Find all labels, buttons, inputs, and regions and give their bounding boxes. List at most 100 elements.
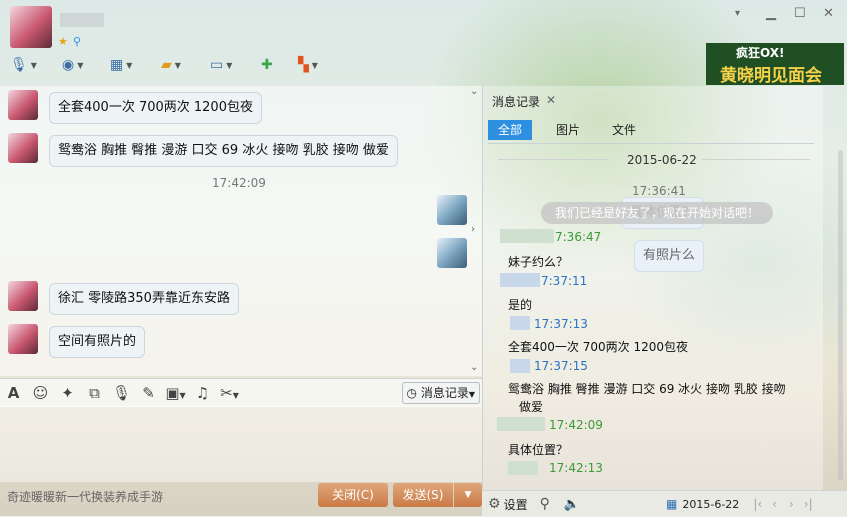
settings-label[interactable]: 设置 — [504, 496, 528, 513]
contact-avatar-small — [8, 281, 38, 311]
history-first-time: 17:36:41 — [632, 184, 686, 198]
history-scrollbar[interactable] — [838, 150, 843, 480]
message-bubble: 鸳鸯浴 胸推 臀推 漫游 口交 69 冰火 接吻 乳胶 接吻 做爱 — [49, 135, 398, 167]
voice-icon[interactable]: 🎙 — [108, 384, 135, 402]
my-avatar-small — [437, 238, 467, 268]
microphone-tool[interactable]: 🎙 ▼ — [10, 57, 37, 73]
history-close-icon[interactable]: ✕ — [546, 93, 556, 107]
history-message: 妹子约么？ — [508, 255, 569, 269]
ad-banner-line2: 黄晓明见面会 — [720, 66, 822, 85]
screen-share-tool[interactable]: ▦ ▼ — [110, 57, 132, 73]
chevron-down-icon[interactable]: ▼ — [31, 61, 37, 70]
history-message-continued: 做爱 — [519, 400, 544, 414]
speaker-icon[interactable]: 🔈 — [564, 497, 580, 512]
contact-name — [60, 13, 104, 27]
calendar-icon[interactable]: ▦ — [666, 497, 677, 511]
screen-share-icon: ▦ — [110, 57, 124, 73]
message-history-label: 消息记录 — [420, 386, 469, 400]
history-sender-name — [497, 417, 545, 431]
history-message: 鸳鸯浴 胸推 臀推 漫游 口交 69 冰火 接吻 乳胶 接吻 — [508, 382, 786, 396]
tab-files[interactable]: 文件 — [602, 120, 646, 140]
scissors-icon[interactable]: ✂▼ — [216, 384, 243, 402]
date-separator-line — [498, 159, 608, 160]
message-history-button[interactable]: ◷ 消息记录▼ — [401, 382, 480, 404]
message-bubble: 徐汇 零陵路350弄靠近东安路 — [49, 283, 239, 315]
history-expand-icon[interactable]: › — [471, 224, 475, 235]
history-sender-name — [500, 229, 554, 243]
history-statusbar: ⚙ 设置 ⚲ 🔈 ▦ 2015-6-22 |‹ ‹ › ›| — [482, 490, 847, 517]
shake-icon[interactable]: ⧉ — [81, 384, 108, 402]
my-avatar-small — [437, 195, 467, 225]
history-sender-name — [500, 273, 540, 287]
tab-images[interactable]: 图片 — [546, 120, 590, 140]
collapse-icon[interactable]: ⌄ — [470, 86, 478, 97]
camera-tool[interactable]: ◉ ▼ — [62, 57, 83, 73]
history-time: 17:42:09 — [549, 418, 603, 432]
file-transfer-tool[interactable]: ▰ ▼ — [161, 57, 181, 73]
font-icon[interactable]: A — [0, 384, 27, 402]
chevron-down-icon[interactable]: ⌄ — [470, 362, 478, 373]
history-message: 具体位置？ — [508, 443, 569, 457]
magic-icon[interactable]: ✦ — [54, 384, 81, 402]
microphone-icon: 🎙 — [10, 57, 28, 73]
message-bubble: 空间有照片的 — [49, 326, 146, 358]
send-options-dropdown[interactable]: ▼ — [454, 483, 482, 507]
contact-avatar[interactable] — [10, 6, 52, 48]
history-time: 7:37:11 — [541, 274, 588, 288]
close-window-button[interactable]: ✕ — [823, 6, 834, 21]
apps-tool[interactable]: ▚ ▼ — [298, 57, 318, 73]
apps-icon: ▚ — [298, 57, 309, 73]
clock-icon: ◷ — [406, 386, 417, 400]
contact-avatar-small — [8, 324, 38, 354]
chevron-down-icon[interactable]: ▼ — [175, 61, 181, 70]
next-page-icon[interactable]: › — [789, 497, 794, 511]
search-small-icon[interactable]: ⚲ — [73, 35, 81, 48]
chevron-down-icon[interactable]: ▼ — [312, 61, 318, 70]
settings-icon[interactable]: ⚙ — [488, 496, 501, 512]
bottom-ad-text[interactable]: 奇迹暖暖新一代换装养成手游 — [7, 488, 163, 505]
message-timestamp: 17:42:09 — [212, 176, 266, 190]
camera-icon: ◉ — [62, 57, 75, 73]
system-notice: 我们已经是好友了，现在开始对话吧！ — [541, 202, 773, 224]
history-divider — [488, 143, 814, 144]
close-chat-button[interactable]: 关闭(C) — [318, 483, 388, 507]
tab-all[interactable]: 全部 — [488, 120, 533, 140]
add-chat-tool[interactable]: ✚ — [261, 57, 273, 73]
music-icon[interactable]: ♫ — [189, 384, 216, 402]
last-page-icon[interactable]: ›| — [804, 497, 813, 511]
chevron-down-icon[interactable]: ▼ — [77, 61, 83, 70]
minimize-button[interactable]: ▁ — [766, 6, 776, 21]
history-message: 是的 — [508, 298, 533, 312]
skin-icon[interactable]: ▾ — [735, 8, 740, 19]
contact-avatar-small — [8, 133, 38, 163]
remote-assist-tool[interactable]: ▭ ▼ — [210, 57, 232, 73]
edit-icon[interactable]: ✎ — [135, 384, 162, 402]
history-time: 17:42:13 — [549, 461, 603, 475]
first-page-icon[interactable]: |‹ — [753, 497, 762, 511]
history-date: 2015-06-22 — [627, 153, 697, 167]
emoji-icon[interactable]: ☺ — [27, 384, 54, 402]
ad-banner-line1: 疯狂OX! — [736, 46, 785, 60]
history-time: 17:37:15 — [534, 359, 588, 373]
message-bubble: 全套400一次 700两次 1200包夜 — [49, 92, 262, 124]
history-sender-name — [510, 316, 530, 330]
message-input[interactable] — [0, 406, 482, 482]
input-toolbar: A ☺ ✦ ⧉ 🎙 ✎ ▣▼ ♫ ✂▼ ◷ 消息记录▼ — [0, 378, 482, 407]
history-date-filter[interactable]: 2015-6-22 — [682, 498, 739, 511]
contact-avatar-small — [8, 90, 38, 120]
add-chat-icon: ✚ — [261, 57, 273, 73]
vip-star-icon[interactable]: ★ — [58, 35, 68, 48]
history-sender-name — [508, 461, 538, 475]
image-icon[interactable]: ▣▼ — [162, 384, 189, 402]
search-icon[interactable]: ⚲ — [540, 496, 550, 512]
history-title: 消息记录 — [492, 95, 541, 109]
chevron-down-icon: ▼ — [468, 390, 475, 399]
previous-page-icon[interactable]: ‹ — [772, 497, 777, 511]
history-time: 17:37:13 — [534, 317, 588, 331]
ad-banner[interactable]: 疯狂OX! 黄晓明见面会 — [706, 43, 844, 85]
maximize-button[interactable]: ☐ — [794, 6, 806, 21]
send-button[interactable]: 发送(S) — [393, 483, 453, 507]
chevron-down-icon[interactable]: ▼ — [226, 61, 232, 70]
chevron-down-icon[interactable]: ▼ — [126, 61, 132, 70]
file-transfer-icon: ▰ — [161, 57, 172, 73]
